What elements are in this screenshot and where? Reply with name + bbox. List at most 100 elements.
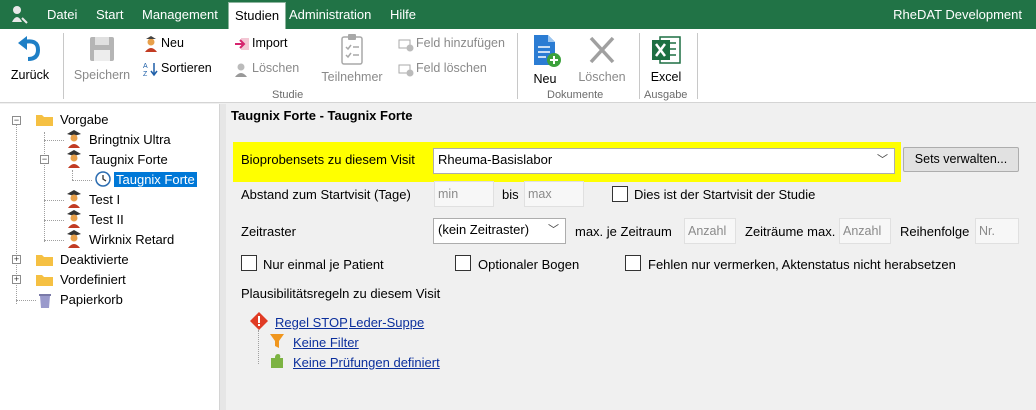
visit-detail-panel: Taugnix Forte - Taugnix Forte Bioprobens… (227, 104, 1036, 410)
zeitraster-label: Zeitraster (241, 224, 296, 239)
tree-item-taugnix-forte-visit[interactable]: Taugnix Forte (114, 170, 197, 190)
panel-splitter[interactable] (219, 104, 226, 410)
leder-suppe-link[interactable]: Leder-Suppe (349, 315, 424, 330)
add-field-button[interactable]: Feld hinzufügen (398, 33, 505, 53)
reihenfolge-input[interactable]: Nr. (975, 218, 1019, 244)
bis-label: bis (502, 187, 519, 202)
trash-icon (39, 294, 51, 308)
startvisit-label: Dies ist der Startvisit der Studie (634, 187, 816, 202)
page-title: Taugnix Forte - Taugnix Forte (231, 108, 413, 123)
folder-icon (36, 275, 53, 286)
abstand-label: Abstand zum Startvisit (Tage) (241, 187, 411, 202)
menu-datei[interactable]: Datei (41, 0, 83, 29)
sort-az-icon: A Z (143, 62, 158, 77)
menu-studien[interactable]: Studien (228, 2, 287, 29)
tree-item-vordefiniert[interactable]: Vordefiniert (58, 270, 128, 290)
tree-item-vorgabe[interactable]: Vorgabe (58, 110, 110, 130)
new-document-label: Neu (533, 72, 557, 86)
max-je-zeitraum-label: max. je Zeitraum (575, 224, 672, 239)
delete-study-button[interactable]: Löschen (234, 58, 299, 78)
min-days-input[interactable]: min (434, 181, 494, 207)
bioproben-label: Bioprobensets zu diesem Visit (241, 152, 415, 167)
group-label-dokumente: Dokumente (547, 89, 604, 101)
svg-text:Z: Z (143, 71, 148, 77)
zeitraeume-max-input[interactable]: Anzahl (839, 218, 891, 244)
ribbon-divider (697, 33, 698, 99)
sets-verwalten-button[interactable]: Sets verwalten... (903, 147, 1019, 172)
optionaler-bogen-label: Optionaler Bogen (478, 257, 580, 272)
ribbon-divider (63, 33, 64, 99)
excel-export-button[interactable]: Excel (646, 33, 686, 84)
nur-einmal-label: Nur einmal je Patient (263, 257, 384, 272)
back-button[interactable]: Zurück (8, 33, 52, 82)
import-icon (235, 37, 249, 50)
folder-icon (36, 115, 53, 126)
import-button[interactable]: Import (234, 33, 287, 53)
delete-document-button[interactable]: Löschen (576, 33, 628, 84)
sort-button[interactable]: A Z Sortieren (143, 58, 212, 78)
add-field-label: Feld hinzufügen (416, 36, 505, 50)
plausibility-label: Plausibilitätsregeln zu diesem Visit (241, 286, 441, 301)
save-label: Speichern (73, 68, 131, 82)
back-label: Zurück (10, 68, 50, 82)
floppy-disk-icon (90, 37, 114, 61)
keine-pruefungen-link[interactable]: Keine Prüfungen definiert (293, 355, 440, 370)
anzahl-je-zeitraum-input[interactable]: Anzahl (684, 218, 736, 244)
menu-administration[interactable]: Administration (283, 0, 377, 29)
study-tree: − Vorgabe Bringtnix Ultra − Taugnix Fort… (0, 104, 219, 410)
tree-item-papierkorb[interactable]: Papierkorb (58, 290, 125, 310)
tree-line (44, 132, 45, 242)
save-button[interactable]: Speichern (70, 33, 134, 82)
new-document-icon (534, 35, 561, 67)
participants-label: Teilnehmer (321, 70, 383, 84)
study-person-icon (67, 210, 81, 228)
nur-einmal-checkbox[interactable] (241, 255, 257, 271)
tree-item-test-1[interactable]: Test I (87, 190, 122, 210)
excel-label: Excel (650, 70, 682, 84)
optionaler-bogen-checkbox[interactable] (455, 255, 471, 271)
fehlen-vermerken-checkbox[interactable] (625, 255, 641, 271)
group-label-studie: Studie (272, 89, 304, 101)
tree-item-bringtnix-ultra[interactable]: Bringtnix Ultra (87, 130, 173, 150)
reihenfolge-label: Reihenfolge (900, 224, 970, 239)
app-logo-icon (12, 6, 28, 24)
expand-toggle[interactable]: + (12, 275, 21, 284)
warning-stop-icon (250, 312, 268, 330)
bioproben-select[interactable]: Rheuma-Basislabor ﹀ (433, 148, 895, 174)
new-document-button[interactable]: Neu (526, 33, 564, 86)
add-field-icon (398, 39, 414, 52)
menu-bar: Datei Start Management Studien Administr… (0, 0, 1036, 29)
back-arrow-icon (18, 36, 41, 61)
expand-toggle[interactable]: + (12, 255, 21, 264)
excel-icon (652, 36, 681, 64)
tree-line (72, 180, 92, 181)
clock-icon (95, 171, 111, 187)
tree-item-taugnix-forte[interactable]: Taugnix Forte (87, 150, 170, 170)
keine-filter-link[interactable]: Keine Filter (293, 335, 359, 350)
ribbon-divider (517, 33, 518, 99)
tree-line (16, 300, 36, 301)
collapse-toggle[interactable]: − (12, 116, 21, 125)
regel-stop-link[interactable]: Regel STOP (275, 315, 348, 330)
new-study-button[interactable]: Neu (143, 33, 184, 53)
puzzle-piece-icon (271, 354, 283, 368)
menu-hilfe[interactable]: Hilfe (384, 0, 422, 29)
study-person-icon (67, 150, 81, 168)
tree-item-wirknix-retard[interactable]: Wirknix Retard (87, 230, 176, 250)
tree-item-test-2[interactable]: Test II (87, 210, 126, 230)
menu-management[interactable]: Management (136, 0, 224, 29)
delete-field-button[interactable]: Feld löschen (398, 58, 487, 78)
clipboard-checklist-icon (341, 34, 363, 65)
participants-button[interactable]: Teilnehmer (318, 33, 386, 84)
menu-start[interactable]: Start (90, 0, 129, 29)
tree-item-deaktivierte[interactable]: Deaktivierte (58, 250, 131, 270)
startvisit-checkbox[interactable] (612, 186, 628, 202)
ribbon: Zurück Speichern Neu A Z Sortieren Impor… (0, 29, 1036, 103)
app-title: RheDAT Development (893, 7, 1022, 22)
collapse-toggle[interactable]: − (40, 155, 49, 164)
study-person-icon (67, 190, 81, 208)
tree-line (44, 240, 64, 241)
zeitraster-select[interactable]: (kein Zeitraster) ﹀ (433, 218, 566, 244)
max-days-input[interactable]: max (524, 181, 584, 207)
chevron-down-icon: ﹀ (877, 154, 888, 166)
